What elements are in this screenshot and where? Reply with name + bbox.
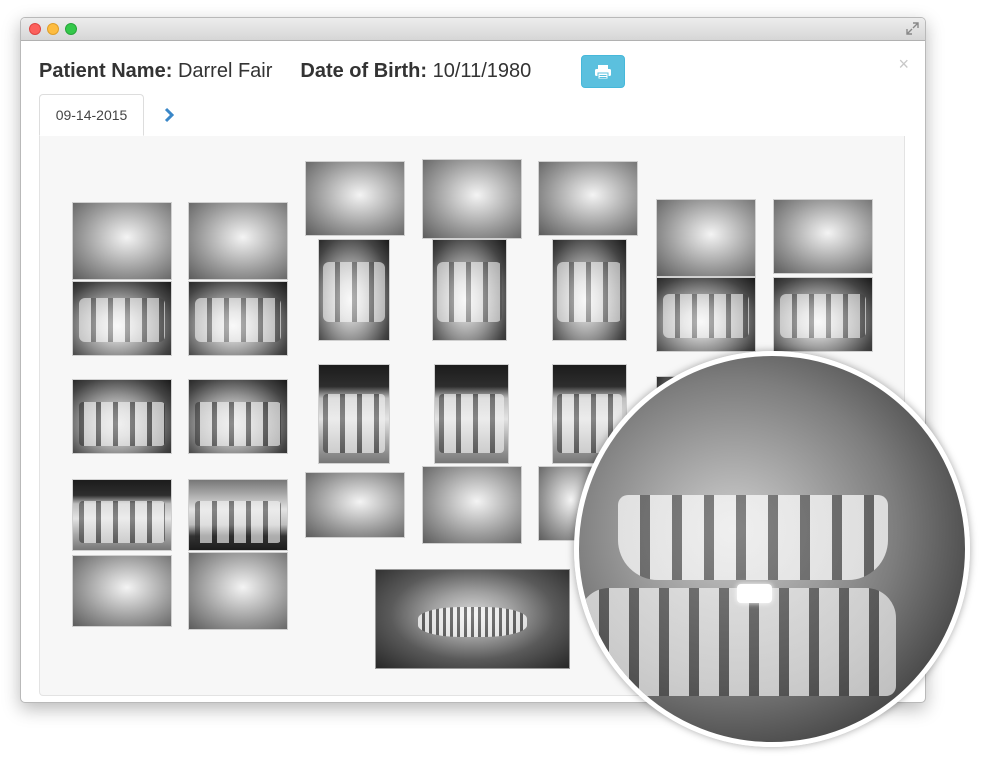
magnified-crown (737, 583, 772, 604)
fullscreen-icon[interactable] (906, 22, 919, 35)
xray-thumbnail[interactable] (72, 281, 172, 356)
xray-thumbnail[interactable] (656, 277, 756, 352)
window-close-button[interactable] (29, 23, 41, 35)
patient-header: Patient Name: Darrel Fair Date of Birth:… (39, 56, 559, 86)
xray-thumbnail[interactable] (552, 239, 627, 341)
window-maximize-button[interactable] (65, 23, 77, 35)
xray-thumbnail[interactable] (773, 199, 873, 274)
xray-thumbnail[interactable] (773, 277, 873, 352)
xray-thumbnail[interactable] (188, 379, 288, 454)
close-button[interactable]: × (898, 54, 909, 75)
tab-09-14-2015[interactable]: 09-14-2015 (39, 94, 144, 136)
xray-thumbnail[interactable] (305, 161, 405, 236)
xray-thumbnail[interactable] (188, 479, 288, 551)
xray-thumbnail[interactable] (188, 281, 288, 356)
xray-thumbnail[interactable] (318, 364, 390, 464)
xray-thumbnail[interactable] (538, 161, 638, 236)
printer-icon (595, 64, 611, 79)
magnifier-lens (574, 351, 970, 747)
xray-thumbnail[interactable] (72, 479, 172, 551)
xray-thumbnail[interactable] (72, 555, 172, 627)
xray-thumbnail[interactable] (434, 364, 509, 464)
xray-thumbnail[interactable] (656, 199, 756, 277)
xray-thumbnail[interactable] (188, 202, 288, 280)
xray-thumbnail[interactable] (422, 159, 522, 239)
xray-thumbnail[interactable] (422, 466, 522, 544)
xray-thumbnail[interactable] (432, 239, 507, 341)
magnified-lower-teeth (579, 587, 896, 696)
patient-name: Patient Name: Darrel Fair (39, 59, 273, 82)
xray-thumbnail[interactable] (72, 202, 172, 280)
date-of-birth: Date of Birth: 10/11/1980 (300, 59, 532, 82)
date-tabs: 09-14-2015 (39, 94, 905, 137)
xray-thumbnail[interactable] (305, 472, 405, 538)
magnified-upper-teeth (617, 494, 888, 580)
xray-thumbnail[interactable] (72, 379, 172, 454)
window-minimize-button[interactable] (47, 23, 59, 35)
title-bar (21, 18, 925, 41)
print-button[interactable] (581, 55, 625, 88)
panoramic-xray[interactable] (375, 569, 570, 669)
chevron-right-icon[interactable] (159, 105, 179, 125)
xray-thumbnail[interactable] (318, 239, 390, 341)
xray-thumbnail[interactable] (188, 552, 288, 630)
